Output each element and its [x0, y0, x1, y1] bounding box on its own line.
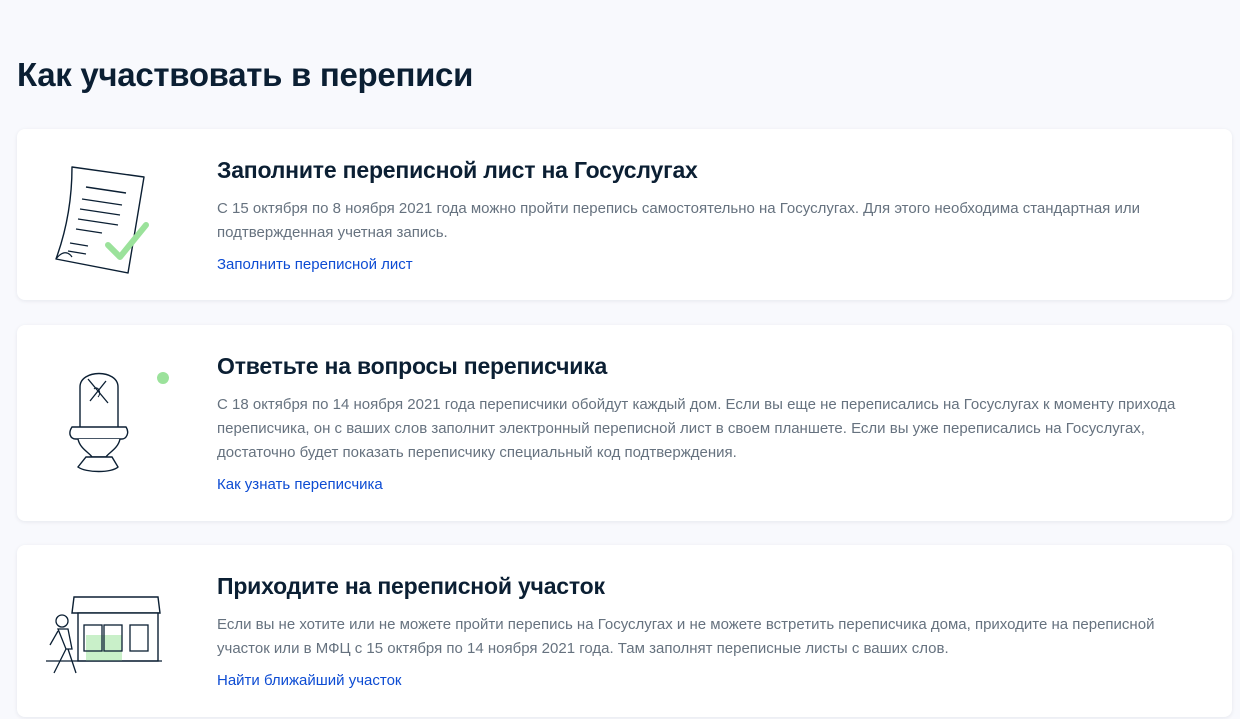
card-title: Приходите на переписной участок	[217, 573, 605, 599]
census-participation-page: Как участвовать в переписи Заполните пер…	[0, 0, 1240, 719]
card-description: Если вы не хотите или не можете пройти п…	[217, 616, 1155, 657]
card-visit-census-station: Приходите на переписной участок Если вы …	[17, 545, 1232, 717]
find-nearest-station-link[interactable]: Найти ближайший участок	[217, 671, 402, 691]
card-content: Ответьте на вопросы переписчика С 18 окт…	[217, 351, 1207, 495]
card-description: С 15 октября по 8 ноября 2021 года можно…	[217, 200, 1140, 241]
census-taker-bell-icon	[42, 353, 182, 493]
census-station-building-icon	[42, 575, 182, 715]
card-title: Ответьте на вопросы переписчика	[217, 353, 608, 379]
census-form-checkmark-icon	[42, 147, 182, 287]
identify-census-taker-link[interactable]: Как узнать переписчика	[217, 475, 383, 495]
card-answer-census-taker: Ответьте на вопросы переписчика С 18 окт…	[17, 325, 1232, 521]
fill-census-form-link[interactable]: Заполнить переписной лист	[217, 255, 413, 275]
page-title: Как участвовать в переписи	[17, 56, 474, 93]
card-description: С 18 октября по 14 ноября 2021 года пере…	[217, 396, 1176, 461]
card-content: Заполните переписной лист на Госуслугах …	[217, 155, 1207, 275]
card-fill-form-online: Заполните переписной лист на Госуслугах …	[17, 129, 1232, 300]
card-content: Приходите на переписной участок Если вы …	[217, 571, 1207, 691]
card-title: Заполните переписной лист на Госуслугах	[217, 157, 698, 183]
